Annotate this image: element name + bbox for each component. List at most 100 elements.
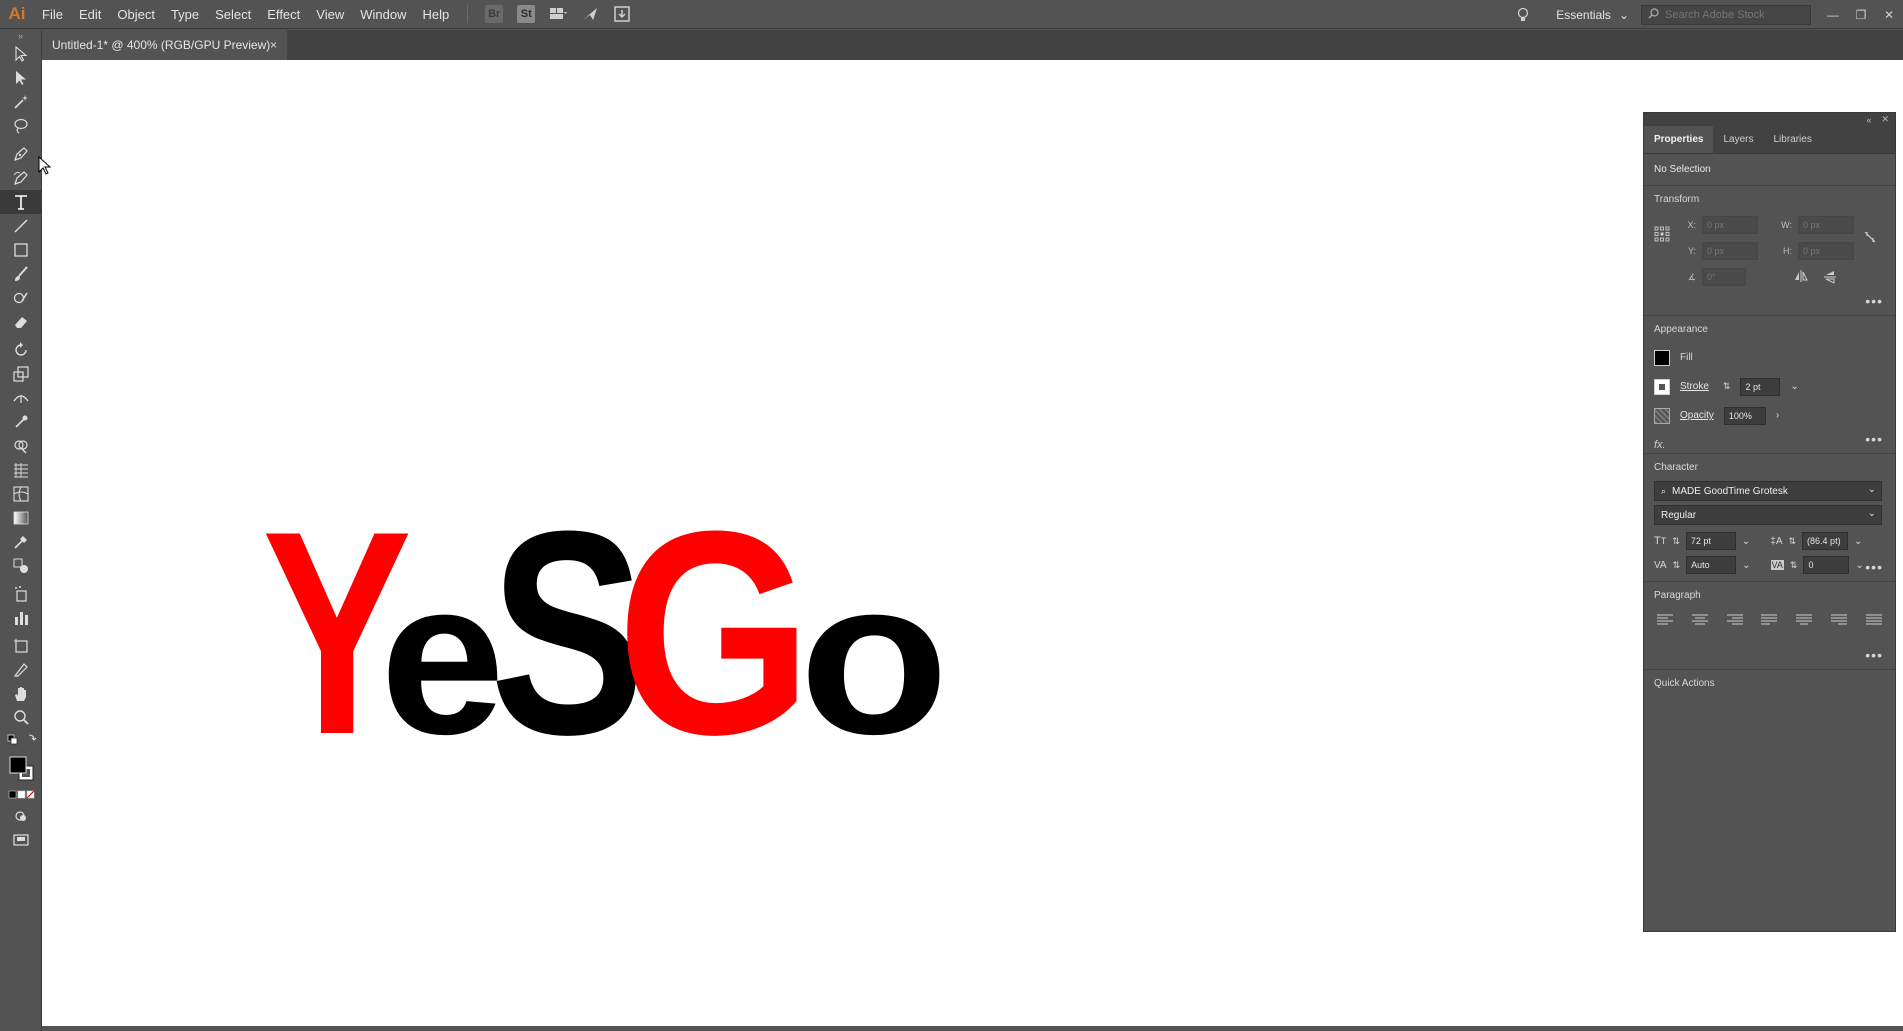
collapse-panel-icon[interactable]: « bbox=[1866, 115, 1871, 125]
color-mode-icon[interactable] bbox=[0, 786, 42, 804]
restore-button[interactable]: ❐ bbox=[1847, 0, 1875, 29]
menu-edit[interactable]: Edit bbox=[71, 0, 109, 29]
mesh-tool-icon[interactable] bbox=[0, 482, 42, 506]
align-left-icon[interactable] bbox=[1656, 613, 1674, 627]
kerning-stepper-icon[interactable]: ⇅ bbox=[1673, 560, 1681, 571]
artboard-canvas[interactable]: Y e S G o bbox=[42, 60, 1903, 1026]
opacity-arrow-icon[interactable]: › bbox=[1776, 410, 1779, 421]
stock-search-box[interactable] bbox=[1641, 4, 1811, 25]
lasso-tool-icon[interactable] bbox=[0, 114, 42, 138]
menu-help[interactable]: Help bbox=[414, 0, 457, 29]
tab-properties[interactable]: Properties bbox=[1644, 126, 1714, 153]
more-options-icon[interactable]: ••• bbox=[1865, 293, 1883, 309]
stroke-swatch[interactable] bbox=[1654, 378, 1670, 395]
direct-selection-tool-icon[interactable] bbox=[0, 66, 42, 90]
drawing-mode-icon[interactable] bbox=[0, 804, 42, 828]
minimize-button[interactable]: — bbox=[1819, 0, 1847, 29]
tracking-stepper-icon[interactable]: ⇅ bbox=[1790, 560, 1798, 571]
shaper-tool-icon[interactable] bbox=[0, 286, 42, 310]
screen-mode-icon[interactable] bbox=[0, 828, 42, 852]
tracking-dropdown-icon[interactable]: ⌄ bbox=[1855, 560, 1863, 571]
stroke-label[interactable]: Stroke bbox=[1680, 381, 1709, 392]
fx-icon[interactable]: fx. bbox=[1654, 439, 1666, 451]
fill-swatch[interactable] bbox=[1654, 349, 1670, 366]
scale-tool-icon[interactable] bbox=[0, 362, 42, 386]
justify-last-center-icon[interactable] bbox=[1795, 613, 1813, 627]
stroke-dropdown-icon[interactable]: ⌄ bbox=[1790, 381, 1798, 392]
font-family-dropdown[interactable]: ⌕ MADE GoodTime Grotesk ⌄ bbox=[1654, 481, 1882, 501]
logo-letter-o[interactable]: o bbox=[799, 534, 949, 780]
eraser-tool-icon[interactable] bbox=[0, 310, 42, 334]
zoom-tool-icon[interactable] bbox=[0, 706, 42, 730]
workspace-switcher[interactable]: Essentials ⌄ bbox=[1556, 8, 1629, 22]
logo-letter-g[interactable]: G bbox=[617, 505, 812, 785]
leading-stepper-icon[interactable]: ⇅ bbox=[1789, 536, 1797, 547]
rectangle-tool-icon[interactable] bbox=[0, 238, 42, 262]
more-options-icon[interactable]: ••• bbox=[1865, 431, 1883, 447]
gradient-tool-icon[interactable] bbox=[0, 506, 42, 530]
menu-file[interactable]: File bbox=[34, 0, 71, 29]
type-tool-icon[interactable] bbox=[0, 190, 42, 214]
x-field[interactable]: 0 px bbox=[1702, 216, 1758, 234]
justify-all-icon[interactable] bbox=[1865, 613, 1883, 627]
gpu-performance-icon[interactable] bbox=[581, 5, 599, 23]
document-tab[interactable]: Untitled-1* @ 400% (RGB/GPU Preview) × bbox=[42, 30, 287, 60]
kerning-field[interactable]: Auto bbox=[1686, 556, 1737, 574]
close-window-button[interactable]: ✕ bbox=[1875, 0, 1903, 29]
eyedropper-tool-icon[interactable] bbox=[0, 530, 42, 554]
font-style-dropdown[interactable]: Regular ⌄ bbox=[1654, 505, 1882, 525]
close-tab-button[interactable]: × bbox=[270, 38, 277, 52]
puppet-warp-tool-icon[interactable] bbox=[0, 410, 42, 434]
rotate-tool-icon[interactable] bbox=[0, 338, 42, 362]
rotate-angle-field[interactable]: 0° bbox=[1702, 268, 1746, 286]
justify-last-right-icon[interactable] bbox=[1830, 613, 1848, 627]
more-options-icon[interactable]: ••• bbox=[1865, 559, 1883, 575]
leading-field[interactable]: (86.4 pt) bbox=[1802, 532, 1849, 550]
curvature-tool-icon[interactable] bbox=[0, 166, 42, 190]
constrain-proportions-icon[interactable] bbox=[1863, 230, 1877, 247]
width-tool-icon[interactable] bbox=[0, 386, 42, 410]
tab-libraries[interactable]: Libraries bbox=[1763, 126, 1821, 153]
menu-type[interactable]: Type bbox=[163, 0, 207, 29]
stock-search-input[interactable] bbox=[1665, 8, 1805, 21]
menu-object[interactable]: Object bbox=[109, 0, 163, 29]
font-size-field[interactable]: 72 pt bbox=[1685, 532, 1736, 550]
tracking-field[interactable]: 0 bbox=[1803, 556, 1850, 574]
toolbar-collapse-icon[interactable]: » bbox=[0, 30, 41, 42]
publish-icon[interactable] bbox=[613, 5, 631, 23]
pen-tool-icon[interactable] bbox=[0, 142, 42, 166]
w-field[interactable]: 0 px bbox=[1798, 216, 1854, 234]
reference-point-icon[interactable] bbox=[1654, 226, 1670, 245]
align-right-icon[interactable] bbox=[1726, 613, 1744, 627]
fill-stroke-swatch-icon[interactable] bbox=[0, 752, 42, 786]
perspective-grid-tool-icon[interactable] bbox=[0, 458, 42, 482]
logo-letter-e[interactable]: e bbox=[380, 534, 505, 780]
stroke-stepper-icon[interactable]: ⇅ bbox=[1723, 381, 1731, 392]
flip-horizontal-icon[interactable] bbox=[1794, 270, 1808, 285]
menu-view[interactable]: View bbox=[308, 0, 352, 29]
font-size-dropdown-icon[interactable]: ⌄ bbox=[1742, 536, 1750, 547]
magic-wand-tool-icon[interactable] bbox=[0, 90, 42, 114]
default-fill-stroke-icon[interactable] bbox=[0, 730, 42, 752]
bridge-button[interactable]: Br bbox=[485, 5, 504, 23]
arrange-documents-icon[interactable] bbox=[549, 5, 568, 23]
lightbulb-icon[interactable] bbox=[1514, 6, 1532, 24]
h-field[interactable]: 0 px bbox=[1798, 242, 1854, 260]
blend-tool-icon[interactable] bbox=[0, 554, 42, 578]
menu-effect[interactable]: Effect bbox=[259, 0, 308, 29]
leading-dropdown-icon[interactable]: ⌄ bbox=[1854, 536, 1862, 547]
opacity-label[interactable]: Opacity bbox=[1680, 410, 1714, 421]
paintbrush-tool-icon[interactable] bbox=[0, 262, 42, 286]
opacity-field[interactable]: 100% bbox=[1723, 406, 1766, 425]
flip-vertical-icon[interactable] bbox=[1824, 270, 1836, 287]
align-center-icon[interactable] bbox=[1691, 613, 1709, 627]
symbol-sprayer-tool-icon[interactable] bbox=[0, 582, 42, 606]
selection-tool-icon[interactable] bbox=[0, 42, 42, 66]
yesgo-logo-artwork[interactable]: Y e S G o bbox=[262, 505, 982, 785]
stock-button[interactable]: St bbox=[517, 5, 536, 23]
more-options-icon[interactable]: ••• bbox=[1865, 647, 1883, 663]
font-size-stepper-icon[interactable]: ⇅ bbox=[1672, 536, 1680, 547]
close-panel-icon[interactable]: ✕ bbox=[1881, 114, 1889, 125]
justify-last-left-icon[interactable] bbox=[1760, 613, 1778, 627]
menu-select[interactable]: Select bbox=[207, 0, 259, 29]
